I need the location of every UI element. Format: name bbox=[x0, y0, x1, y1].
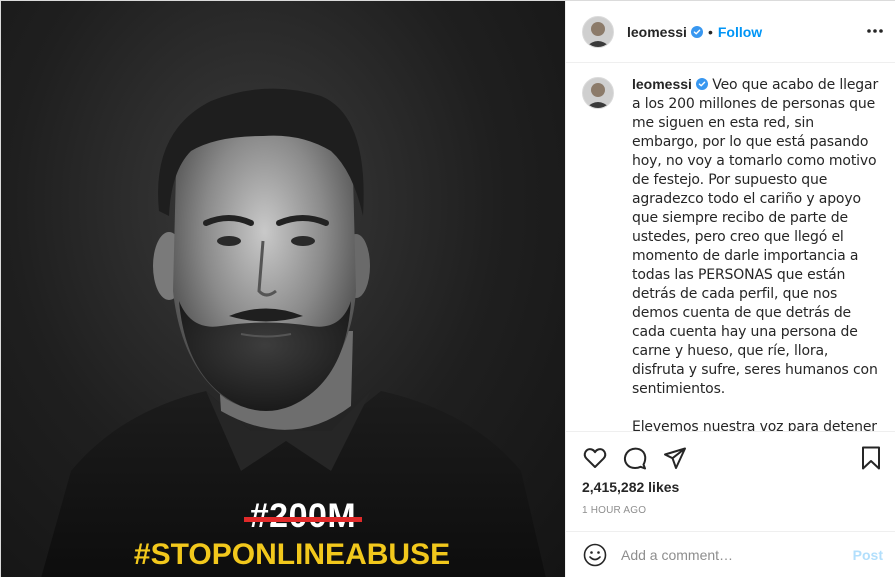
post-side-panel: leomessi • Follow leomessi Veo que acabo… bbox=[565, 1, 895, 577]
strikethrough-200m-text: #200M bbox=[1, 497, 565, 535]
avatar[interactable] bbox=[582, 15, 614, 48]
likes-count[interactable]: 2,415,282 likes bbox=[582, 479, 679, 495]
emoji-icon[interactable] bbox=[583, 543, 607, 567]
caption-paragraph-2: Elevemos nuestra voz para detener el abu… bbox=[632, 419, 877, 431]
header-username[interactable]: leomessi bbox=[627, 24, 687, 40]
verified-badge-icon bbox=[690, 25, 703, 38]
hashtag-stoponlineabuse: #STOPONLINEABUSE bbox=[133, 538, 451, 571]
follow-button[interactable]: Follow bbox=[718, 24, 762, 40]
post-photo[interactable]: #200M #STOPONLINEABUSE bbox=[1, 1, 565, 577]
verified-badge-icon bbox=[695, 78, 708, 90]
share-icon[interactable] bbox=[662, 445, 688, 471]
caption-scroll-area[interactable]: leomessi Veo que acabo de llegar a los 2… bbox=[566, 63, 895, 431]
strike-line bbox=[243, 517, 363, 522]
caption-row: leomessi Veo que acabo de llegar a los 2… bbox=[582, 75, 882, 431]
post-comment-button[interactable]: Post bbox=[853, 547, 883, 563]
heart-icon[interactable] bbox=[582, 445, 608, 471]
caption-username[interactable]: leomessi bbox=[632, 76, 692, 92]
strike-label: #200M bbox=[249, 497, 357, 535]
post-timestamp[interactable]: 1 HOUR AGO bbox=[582, 505, 646, 516]
caption-text: leomessi Veo que acabo de llegar a los 2… bbox=[632, 75, 880, 431]
comment-icon[interactable] bbox=[622, 445, 648, 471]
post-header: leomessi • Follow bbox=[566, 1, 895, 63]
add-comment-bar: Post bbox=[566, 531, 895, 577]
bookmark-icon[interactable] bbox=[858, 445, 884, 471]
portrait-image bbox=[41, 88, 546, 577]
more-options-icon[interactable] bbox=[865, 23, 885, 39]
caption-avatar[interactable] bbox=[582, 77, 614, 109]
comment-input[interactable] bbox=[621, 542, 841, 568]
avatar-image bbox=[583, 16, 613, 47]
post-actions: 2,415,282 likes 1 HOUR AGO bbox=[566, 431, 895, 531]
avatar-image bbox=[583, 78, 613, 108]
instagram-post: #200M #STOPONLINEABUSE leomessi • Follow… bbox=[0, 0, 895, 577]
caption-paragraph-1: Veo que acabo de llegar a los 200 millon… bbox=[632, 77, 879, 397]
separator-dot: • bbox=[707, 23, 713, 40]
